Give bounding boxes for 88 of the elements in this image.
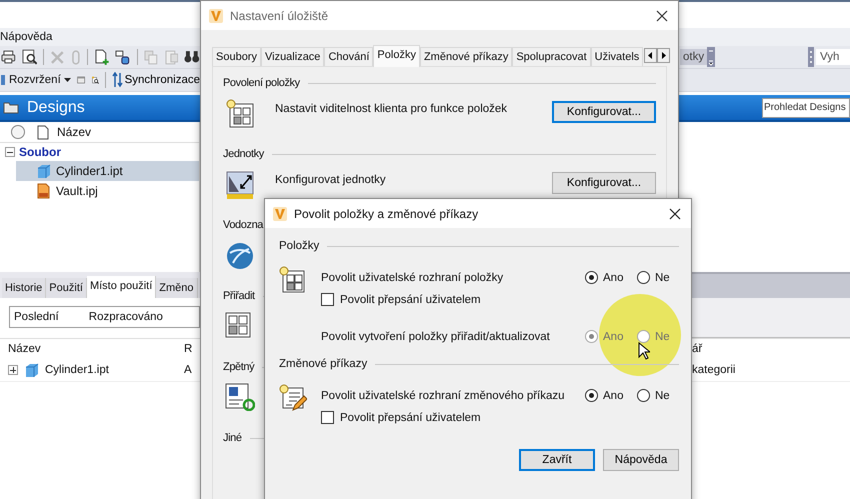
tab[interactable]: Spolupracovat <box>512 47 591 66</box>
configure-button[interactable]: Konfigurovat... <box>552 172 656 194</box>
vault-title: Designs <box>27 98 85 116</box>
tab[interactable]: Historie <box>2 278 46 298</box>
table-cell: Cylinder1.ipt <box>45 364 109 376</box>
menu-item[interactable]: Nápověda <box>0 31 52 43</box>
section-description: Nastavit viditelnost klienta pro funkce položek <box>275 103 508 115</box>
filter-field[interactable]: Poslední Rozpracováno <box>9 306 200 328</box>
new-file-icon[interactable] <box>94 49 110 65</box>
radio-button[interactable]: Ano <box>585 271 625 284</box>
dialog-title: Povolit položky a změnové příkazy <box>294 206 480 220</box>
synchronize-button[interactable]: Synchronizace <box>112 72 200 88</box>
option-label: Povolit uživatelské rozhraní změnového příkazu <box>321 390 566 402</box>
option-label: Povolit vytvoření položky přiřadit/aktualizovat <box>321 330 551 342</box>
option-label: Povolit uživatelské rozhraní položky <box>321 272 504 284</box>
layout-menu-button[interactable]: Rozvržení <box>1 74 71 86</box>
file-icon <box>37 124 49 140</box>
expand-icon[interactable] <box>8 365 18 375</box>
binoculars-icon[interactable] <box>184 50 200 64</box>
file-name: Cylinder1.ipt <box>56 164 123 178</box>
collapse-icon[interactable] <box>5 147 15 157</box>
project-file-icon <box>36 183 51 199</box>
cube-icon <box>36 164 51 178</box>
checkbox[interactable]: Povolit přepsání uživatelem <box>321 293 481 306</box>
file-name: Vault.ipj <box>56 184 98 198</box>
status-column-icon <box>11 125 25 139</box>
app-logo-icon <box>209 8 223 22</box>
table-cell: A <box>184 364 192 376</box>
tab[interactable]: Změno <box>156 278 198 298</box>
column-header[interactable]: R <box>184 343 192 355</box>
globe-icon <box>225 241 255 271</box>
tab[interactable]: Vizualizace <box>260 47 324 66</box>
close-icon[interactable] <box>669 208 681 220</box>
section-description: Konfigurovat jednotky <box>275 174 387 186</box>
radio-button[interactable]: Ne <box>637 389 677 402</box>
configure-button[interactable]: Konfigurovat... <box>552 101 656 123</box>
group-heading: Položky <box>279 240 320 252</box>
printer-icon[interactable] <box>1 50 16 64</box>
column-header[interactable]: ář <box>692 343 702 355</box>
group-heading: Změnové příkazy <box>279 358 368 370</box>
file-row[interactable]: Cylinder1.ipt <box>16 161 199 181</box>
scroll-left-icon[interactable] <box>644 48 658 63</box>
section-heading: Povolení položky <box>223 77 300 89</box>
radio-button[interactable]: Ne <box>637 271 677 284</box>
list-pencil-icon <box>279 384 307 412</box>
file-row[interactable]: Vault.ipj <box>0 181 199 201</box>
column-header[interactable]: Název <box>0 343 184 355</box>
dialog-button[interactable]: Nápověda <box>603 449 679 471</box>
tab[interactable]: Použití <box>46 278 87 298</box>
toolbar-button[interactable]: otky <box>680 49 708 65</box>
paperclip-icon[interactable] <box>70 50 81 64</box>
mouse-pointer-icon <box>638 342 650 360</box>
search-field[interactable]: Prohledat Designs <box>762 98 850 118</box>
shapes-icon[interactable] <box>115 49 132 65</box>
dialog-title: Nastavení úložiště <box>230 8 330 22</box>
toolbar-options-icon[interactable] <box>707 47 716 67</box>
item-grid-bulb-icon <box>279 266 305 294</box>
cube-icon <box>24 362 39 378</box>
section-heading: Zpětný <box>223 361 254 373</box>
scroll-right-icon[interactable] <box>657 48 670 63</box>
checkbox[interactable]: Povolit přepsání uživatelem <box>321 411 481 424</box>
form-sync-icon <box>225 383 255 411</box>
table-cell: kategorii <box>692 364 736 376</box>
close-icon[interactable] <box>656 10 668 22</box>
tab[interactable]: Soubory <box>212 47 261 66</box>
dropdown-caret-icon <box>64 78 71 82</box>
section-heading: Přiřadit <box>223 290 255 302</box>
tab[interactable]: Chování <box>324 47 374 66</box>
search-field[interactable]: Vyh <box>816 49 850 65</box>
dialog-button[interactable]: Zavřít <box>519 449 595 471</box>
folder-icon <box>3 101 19 114</box>
column-header[interactable]: Název <box>57 125 92 139</box>
toolbar-grip-icon[interactable] <box>808 47 814 67</box>
print-preview-icon[interactable] <box>22 49 38 65</box>
ruler-grid-icon <box>225 170 255 200</box>
item-grid-bulb-icon <box>225 99 255 129</box>
tab[interactable]: Místo použití <box>86 276 156 298</box>
tab[interactable]: Uživatels <box>590 47 644 66</box>
group-label[interactable]: Soubor <box>19 145 61 159</box>
app-logo-icon <box>273 206 287 220</box>
tab[interactable]: Změnové příkazy <box>420 47 512 66</box>
radio-button[interactable]: Ano <box>585 389 625 402</box>
tab[interactable]: Položky <box>373 45 420 67</box>
section-heading: Vodozna <box>223 219 264 231</box>
sync-arrows-icon <box>112 72 123 88</box>
section-heading: Jiné <box>223 432 242 444</box>
section-heading: Jednotky <box>223 148 264 160</box>
grid-icon <box>225 312 251 338</box>
